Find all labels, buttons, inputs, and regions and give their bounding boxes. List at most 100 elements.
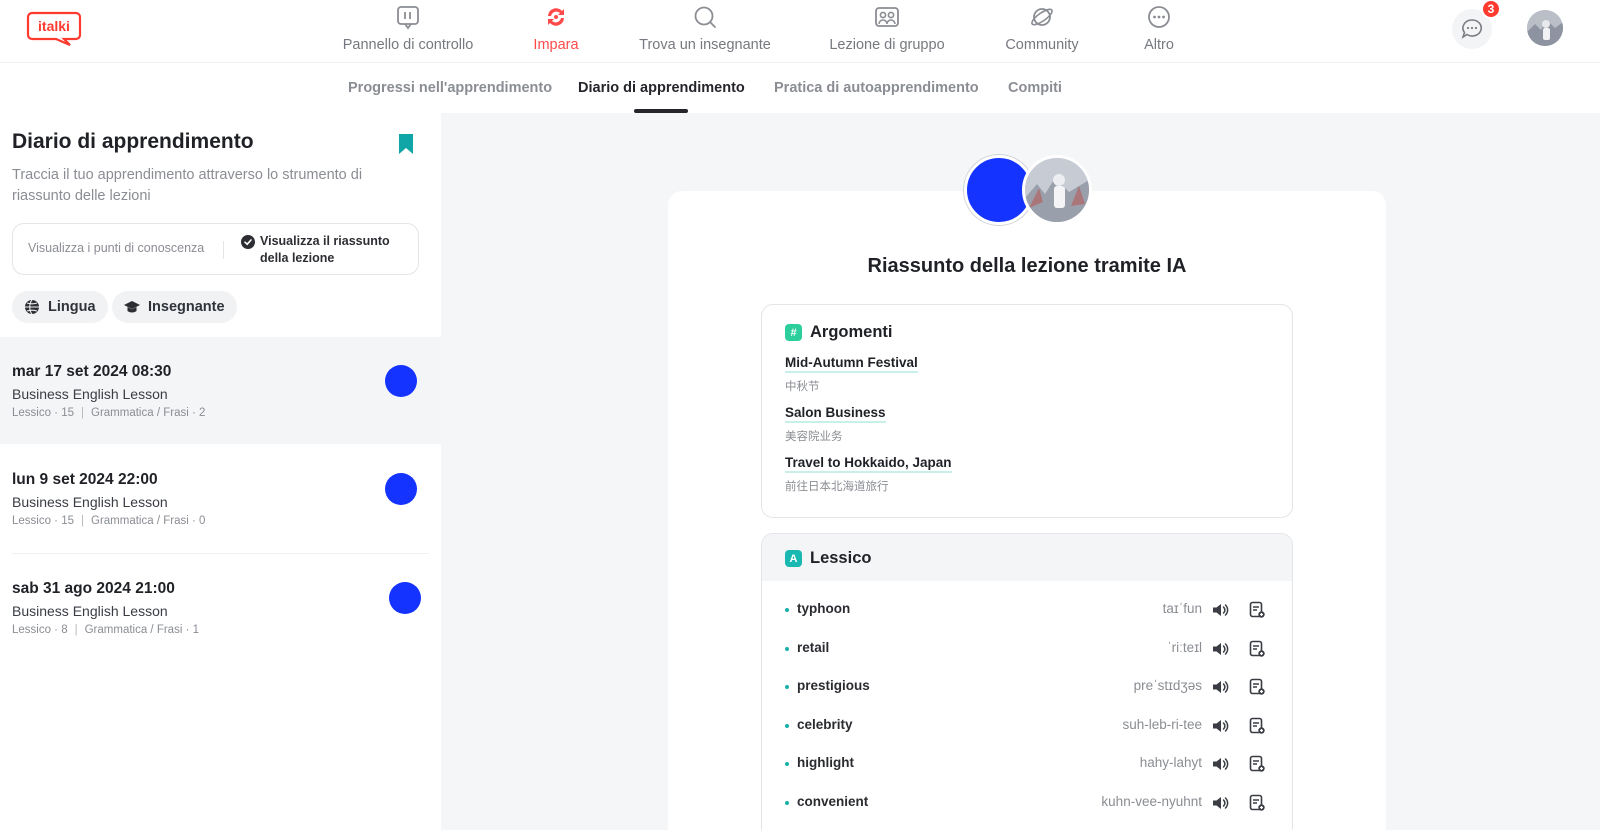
lesson-meta: Lessico · 15 | Grammatica / Frasi · 0: [12, 515, 205, 527]
lesson-date: sab 31 ago 2024 21:00: [12, 580, 175, 597]
teacher-avatar: [385, 365, 417, 397]
avatar-photo: [1527, 10, 1563, 46]
vocab-phonetic: suh-leb-ri-tee: [1122, 716, 1202, 732]
topic-item: Salon Business 美容院业务: [785, 404, 886, 444]
lesson-grammar-count: Grammatica / Frasi · 0: [91, 515, 206, 527]
vocabulary-header: A Lessico: [762, 534, 1292, 581]
nav-label: Trova un insegnante: [639, 37, 771, 53]
tab-learning-progress[interactable]: Progressi nell'apprendimento: [348, 80, 552, 96]
teacher-avatar: [385, 473, 417, 505]
lesson-vocab-count: Lessico · 15: [12, 515, 75, 527]
add-note-icon[interactable]: [1249, 640, 1265, 658]
diary-sidebar: Diario di apprendimento Traccia il tuo a…: [0, 113, 441, 830]
student-avatar: [1022, 155, 1092, 225]
sidebar-title: Diario di apprendimento: [12, 130, 254, 153]
vocabulary-title: Lessico: [810, 549, 872, 567]
avatar-photo: [1025, 158, 1089, 222]
vocab-word: highlight: [797, 755, 854, 770]
main-nav: Pannello di controllo Impara Trova un in…: [320, 0, 1214, 63]
vocab-phonetic: hahy-lahyt: [1139, 755, 1202, 770]
speaker-icon[interactable]: [1211, 794, 1229, 812]
meta-separator: |: [81, 407, 85, 419]
vocab-word: celebrity: [797, 716, 853, 732]
toggle-lesson-summary-label: Visualizza il riassunto della lezione: [260, 234, 390, 265]
add-note-icon[interactable]: [1249, 601, 1265, 619]
bullet-dot: [785, 685, 789, 689]
vocabulary-row: prestigious preˈstɪdʒəs: [762, 668, 1292, 706]
tab-homework[interactable]: Compiti: [1008, 80, 1062, 96]
lesson-name: Business English Lesson: [12, 603, 168, 619]
view-toggle: Visualizza i punti di conoscenza Visuali…: [12, 223, 419, 275]
logo-text: italki: [38, 18, 70, 34]
add-note-icon[interactable]: [1249, 678, 1265, 696]
vocab-word: retail: [797, 639, 830, 655]
teacher-avatar: [389, 582, 421, 614]
filter-teacher-chip[interactable]: Insegnante: [112, 291, 237, 323]
lesson-name: Business English Lesson: [12, 494, 168, 510]
nav-item-group-lesson[interactable]: Lezione di gruppo: [794, 0, 980, 63]
topic-english: Mid-Autumn Festival: [785, 355, 918, 373]
vocabulary-row: retail ˈriːteɪl: [762, 630, 1292, 668]
filter-language-chip[interactable]: Lingua: [12, 291, 108, 323]
lesson-vocab-count: Lessico · 15: [12, 407, 75, 419]
participants-avatars: [964, 155, 1094, 225]
toggle-knowledge-points[interactable]: Visualizza i punti di conoscenza: [28, 241, 204, 255]
bullet-dot: [785, 646, 789, 651]
active-tab-indicator: [634, 109, 688, 113]
add-note-icon[interactable]: [1249, 794, 1265, 812]
nav-item-find-teacher[interactable]: Trova un insegnante: [616, 0, 794, 63]
more-icon: [1148, 6, 1170, 28]
lesson-name: Business English Lesson: [12, 386, 168, 402]
vocab-phonetic: preˈstɪdʒəs: [1133, 678, 1202, 693]
vocab-phonetic: kuhn-vee-nyuhnt: [1101, 793, 1202, 809]
vocab-phonetic: ˈriːteɪl: [1167, 639, 1202, 655]
italki-logo[interactable]: italki: [26, 10, 82, 46]
lesson-meta: Lessico · 15 | Grammatica / Frasi · 2: [12, 407, 205, 419]
learn-subtabs: Progressi nell'apprendimento Diario di a…: [0, 63, 1600, 113]
speaker-icon[interactable]: [1211, 678, 1229, 696]
toggle-lesson-summary[interactable]: Visualizza il riassunto della lezione: [241, 233, 400, 267]
bullet-dot: [785, 723, 789, 728]
tab-self-practice[interactable]: Pratica di autoapprendimento: [774, 80, 979, 96]
speaker-icon[interactable]: [1211, 601, 1229, 619]
toggle-divider: [223, 241, 224, 259]
lesson-grammar-count: Grammatica / Frasi · 2: [91, 407, 206, 419]
add-note-icon[interactable]: [1249, 755, 1265, 773]
lesson-list-item[interactable]: lun 9 set 2024 22:00 Business English Le…: [0, 445, 441, 552]
check-circle-icon: [241, 235, 255, 249]
topic-chinese: 中秋节: [785, 381, 820, 393]
chat-bubble-icon: [1461, 19, 1483, 39]
nav-item-community[interactable]: Community: [980, 0, 1104, 63]
search-icon: [694, 6, 716, 28]
vocabulary-section: A Lessico typhoon taɪˈfun retail ˈriːteɪl pr…: [761, 533, 1293, 830]
user-avatar[interactable]: [1527, 10, 1563, 46]
bookmark-icon[interactable]: [398, 133, 414, 155]
nav-label: Community: [1005, 37, 1079, 53]
lesson-date: mar 17 set 2024 08:30: [12, 363, 172, 380]
bullet-dot: [785, 800, 789, 805]
add-note-icon[interactable]: [1249, 717, 1265, 735]
lesson-meta: Lessico · 8 | Grammatica / Frasi · 1: [12, 624, 199, 636]
lesson-list-item[interactable]: sab 31 ago 2024 21:00 Business English L…: [0, 554, 441, 661]
speaker-icon[interactable]: [1211, 717, 1229, 735]
vocabulary-header-title: A Lessico: [785, 549, 871, 568]
nav-label: Pannello di controllo: [342, 37, 474, 53]
tab-learning-diary[interactable]: Diario di apprendimento: [578, 80, 745, 96]
nav-item-learn[interactable]: Impara: [496, 0, 616, 63]
topic-english: Salon Business: [785, 405, 886, 423]
vocab-word: typhoon: [797, 601, 851, 616]
vocabulary-row: typhoon taɪˈfun: [762, 591, 1292, 629]
nav-item-more[interactable]: Altro: [1104, 0, 1214, 63]
vocabulary-row: convenient kuhn-vee-nyuhnt: [762, 784, 1292, 822]
vocab-phonetic: taɪˈfun: [1162, 601, 1202, 616]
speaker-icon[interactable]: [1211, 640, 1229, 658]
dashboard-icon: [397, 6, 419, 30]
top-navigation-bar: italki Pannello di controllo Impara Trov…: [0, 0, 1600, 63]
lesson-list-item[interactable]: mar 17 set 2024 08:30 Business English L…: [0, 337, 441, 444]
letter-a-icon: A: [785, 550, 802, 567]
bullet-dot: [785, 608, 789, 612]
speaker-icon[interactable]: [1211, 755, 1229, 773]
topics-title: Argomenti: [810, 323, 893, 341]
nav-item-dashboard[interactable]: Pannello di controllo: [320, 0, 496, 63]
nav-label: Impara: [533, 37, 579, 53]
